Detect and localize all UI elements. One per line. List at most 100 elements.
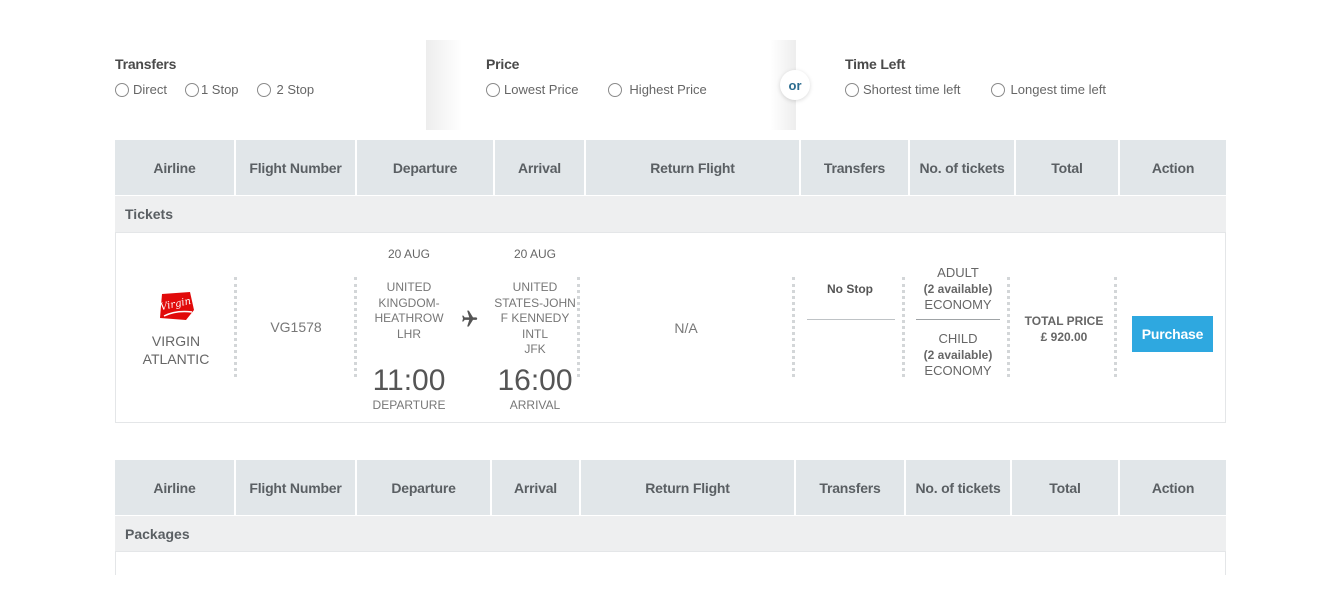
- arrival-time: 16:00: [497, 364, 573, 397]
- airline-name: VIRGIN ATLANTIC: [136, 332, 216, 368]
- child-ticket-info: CHILD (2 available) ECONOMY: [916, 331, 1000, 379]
- place-line: JFK: [524, 342, 546, 356]
- col-tickets: No. of tickets: [910, 140, 1016, 195]
- place-line: LHR: [396, 326, 421, 341]
- transfers-underline: [807, 319, 895, 320]
- packages-section-label: Packages: [115, 516, 1226, 552]
- price-filter-title: Price: [486, 56, 520, 72]
- col-flight-number: Flight Number: [236, 460, 357, 515]
- place-line: STATES-JOHN: [494, 295, 576, 310]
- airline-name-line: ATLANTIC: [142, 351, 210, 367]
- col-tickets: No. of tickets: [906, 460, 1012, 515]
- col-departure: Departure: [357, 460, 492, 515]
- time-left-filter: Time Left Shortest time left Longest tim…: [845, 56, 1106, 97]
- filter-panel: Transfers Direct 1 Stop 2 Stop Price Low…: [0, 0, 1333, 130]
- divider-shadow-left: [426, 40, 462, 130]
- col-transfers: Transfers: [801, 140, 910, 195]
- radio-highest-price[interactable]: Highest Price: [608, 82, 707, 97]
- table-row: Virgin VIRGIN ATLANTIC VG1578 20 AUG UNI…: [115, 232, 1226, 423]
- radio-circle[interactable]: [845, 82, 859, 97]
- col-airline: Airline: [115, 140, 236, 195]
- radio-label: Direct: [133, 82, 167, 97]
- radio-label: 2 Stop: [276, 82, 315, 97]
- col-total: Total: [1012, 460, 1120, 515]
- radio-2-stop[interactable]: 2 Stop: [256, 82, 315, 97]
- time-left-filter-title: Time Left: [845, 56, 906, 72]
- col-flight-number: Flight Number: [236, 140, 357, 195]
- return-flight-value: N/A: [674, 320, 698, 336]
- column-divider: [577, 277, 580, 377]
- column-divider: [792, 277, 795, 377]
- ticket-availability: (2 available): [923, 348, 993, 362]
- radio-label: Shortest time left: [863, 82, 961, 97]
- tickets-section-label: Tickets: [115, 196, 1226, 232]
- tickets-table-header: Airline Flight Number Departure Arrival …: [115, 140, 1226, 195]
- place-line: HEATHROW: [374, 311, 444, 325]
- col-return-flight: Return Flight: [586, 140, 801, 195]
- column-divider: [354, 277, 357, 377]
- radio-lowest-price[interactable]: Lowest Price: [486, 82, 578, 97]
- ticket-type: ADULT: [937, 265, 979, 280]
- page-bottom: [0, 575, 1333, 610]
- column-divider: [1114, 277, 1117, 377]
- arrival-label: ARRIVAL: [509, 398, 561, 412]
- transfers-filter-title: Transfers: [115, 56, 177, 72]
- place-line: INTL: [521, 326, 548, 341]
- departure-place: UNITED KINGDOM- HEATHROW LHR: [364, 280, 454, 342]
- col-return-flight: Return Flight: [581, 460, 796, 515]
- radio-circle[interactable]: [608, 82, 623, 97]
- place-line: KINGDOM-: [378, 295, 440, 310]
- radio-circle[interactable]: [184, 82, 199, 97]
- tickets-divider: [916, 319, 1000, 320]
- radio-label: Lowest Price: [504, 82, 579, 97]
- arrival-date: 20 AUG: [490, 245, 580, 263]
- col-arrival: Arrival: [492, 460, 581, 515]
- col-action: Action: [1120, 140, 1226, 195]
- ticket-type: CHILD: [938, 331, 978, 346]
- adult-ticket-info: ADULT (2 available) ECONOMY: [916, 265, 1000, 313]
- radio-label: Longest time left: [1010, 82, 1106, 97]
- departure-label: DEPARTURE: [372, 398, 446, 412]
- col-arrival: Arrival: [495, 140, 586, 195]
- radio-circle[interactable]: [115, 82, 129, 97]
- ticket-class: ECONOMY: [924, 363, 992, 378]
- place-line: F KENNEDY: [500, 311, 570, 325]
- radio-longest-time[interactable]: Longest time left: [990, 82, 1106, 97]
- flight-number: VG1578: [270, 319, 322, 335]
- place-line: UNITED: [512, 280, 558, 294]
- transfers-filter: Transfers Direct 1 Stop 2 Stop: [115, 56, 314, 97]
- purchase-button[interactable]: Purchase: [1132, 316, 1213, 352]
- departure-date: 20 AUG: [364, 245, 454, 263]
- col-transfers: Transfers: [796, 460, 906, 515]
- radio-circle[interactable]: [486, 82, 500, 97]
- radio-shortest-time[interactable]: Shortest time left: [845, 82, 961, 97]
- transfers-value: No Stop: [827, 282, 873, 296]
- total-price: TOTAL PRICE £ 920.00: [1022, 313, 1106, 345]
- or-badge: or: [780, 70, 810, 100]
- radio-direct[interactable]: Direct: [115, 82, 167, 97]
- col-action: Action: [1120, 460, 1226, 515]
- total-price-amount: £ 920.00: [1040, 330, 1088, 344]
- column-divider: [902, 277, 905, 377]
- ticket-class: ECONOMY: [924, 297, 992, 312]
- departure-date-text: 20 AUG: [387, 247, 431, 261]
- virgin-logo-icon: Virgin: [159, 292, 194, 320]
- column-divider: [234, 277, 237, 377]
- radio-label: Highest Price: [629, 82, 707, 97]
- col-airline: Airline: [115, 460, 236, 515]
- ticket-availability: (2 available): [923, 282, 993, 296]
- col-departure: Departure: [357, 140, 495, 195]
- radio-1-stop[interactable]: 1 Stop: [184, 82, 239, 97]
- radio-circle[interactable]: [990, 82, 1005, 97]
- column-divider: [1007, 277, 1010, 377]
- total-price-label: TOTAL PRICE: [1024, 314, 1104, 328]
- airplane-icon: [462, 310, 478, 327]
- radio-label: 1 Stop: [200, 82, 239, 97]
- radio-circle[interactable]: [256, 82, 271, 97]
- arrival-date-text: 20 AUG: [513, 247, 557, 261]
- airline-name-line: VIRGIN: [151, 333, 201, 349]
- place-line: UNITED: [386, 280, 432, 294]
- col-total: Total: [1016, 140, 1120, 195]
- price-filter: Price Lowest Price Highest Price: [486, 56, 707, 97]
- arrival-place: UNITED STATES-JOHN F KENNEDY INTL JFK: [490, 280, 580, 358]
